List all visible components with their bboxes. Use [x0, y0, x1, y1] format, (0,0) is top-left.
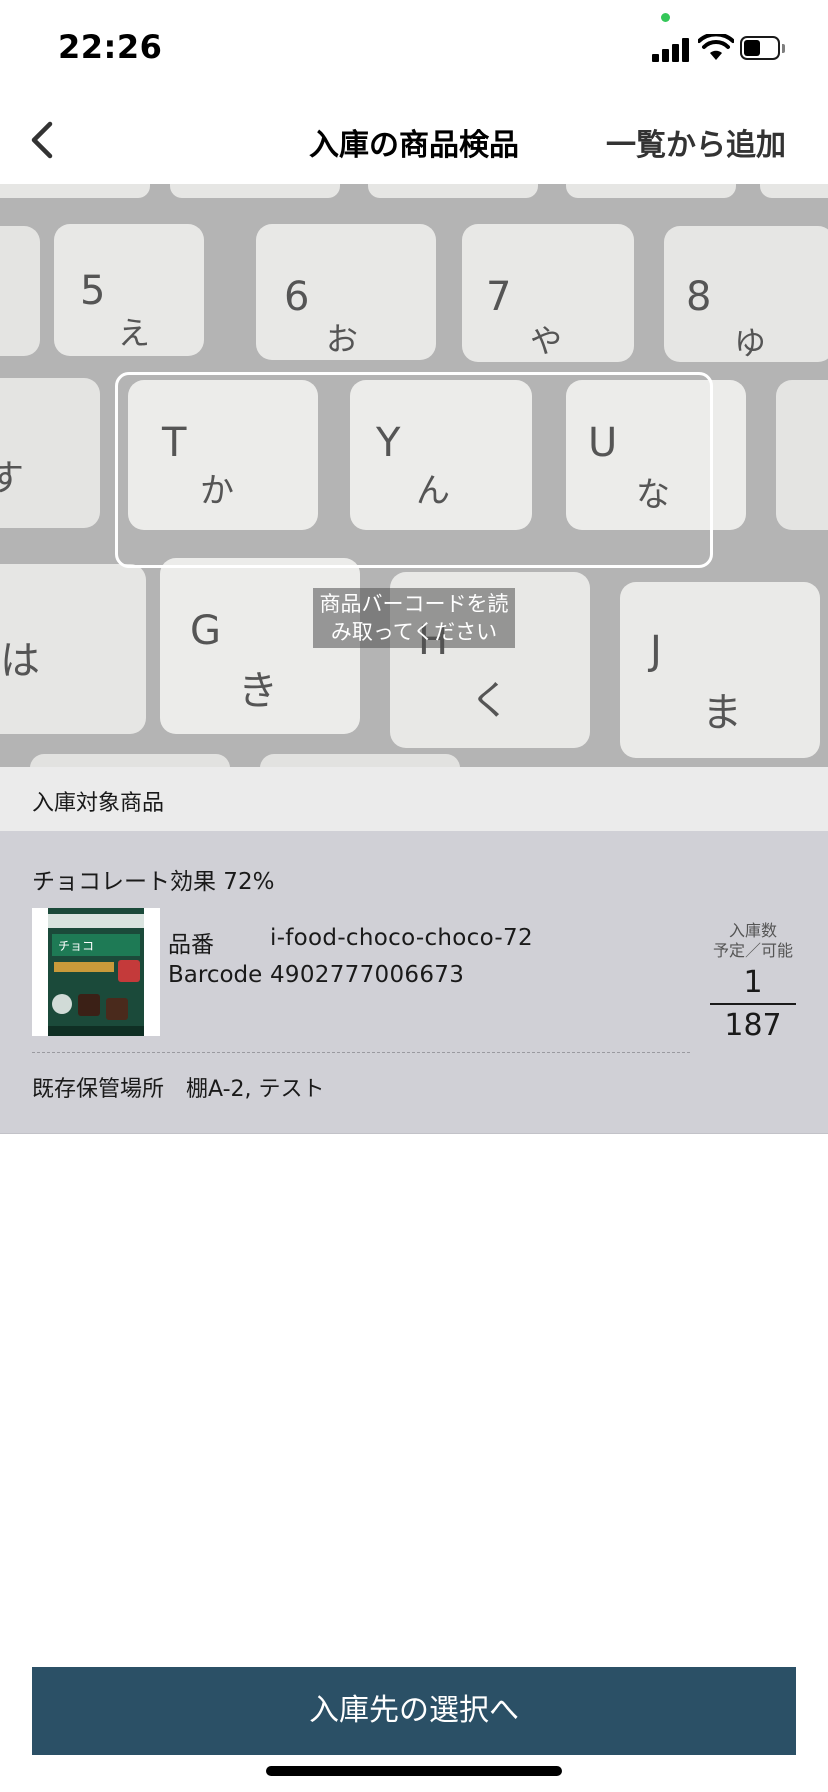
key-kana: ゆ: [734, 324, 766, 362]
key-kana: え: [118, 314, 150, 352]
key-label: G: [190, 608, 221, 654]
key-kana: お: [326, 320, 358, 358]
sku-label: 品番: [168, 932, 214, 958]
barcode-value: 4902777006673: [270, 962, 465, 988]
battery-icon: [740, 36, 786, 62]
quantity-title: 入庫数: [728, 921, 777, 940]
quantity-available: 187: [724, 1008, 782, 1043]
key-kana: や: [530, 322, 562, 360]
storage-location-value: 棚A-2, テスト: [186, 1077, 325, 1102]
signal-icon: [652, 36, 692, 62]
key-label: 7: [486, 274, 511, 320]
key-label: 8: [686, 274, 711, 320]
product-name: チョコレート効果 72%: [32, 869, 275, 895]
camera-indicator-icon: [661, 13, 670, 22]
section-header: 入庫対象商品: [0, 767, 828, 831]
add-from-list-button[interactable]: 一覧から追加: [606, 120, 786, 164]
key-kana: く: [470, 678, 510, 724]
key-kana: す: [0, 458, 24, 499]
wifi-icon: [698, 34, 734, 60]
key-label: J: [647, 628, 662, 674]
back-button[interactable]: [22, 118, 66, 162]
navigation-bar: 入庫の商品検品 一覧から追加: [0, 96, 828, 185]
status-bar: 22:26: [0, 0, 828, 96]
scan-hint: 商品バーコードを読み取ってください: [313, 588, 515, 648]
key-kana: は: [0, 638, 40, 684]
key-label: 5: [80, 268, 105, 314]
product-card[interactable]: チョコレート効果 72% チョコ 品番 i-food-choco-choco-7…: [0, 831, 828, 1134]
sku-value: i-food-choco-choco-72: [270, 925, 533, 951]
status-time: 22:26: [58, 28, 163, 66]
key-kana: ま: [702, 690, 742, 736]
storage-location: 既存保管場所 棚A-2, テスト: [32, 1071, 325, 1103]
scan-target-frame: [115, 372, 713, 568]
barcode-label: Barcode: [168, 962, 263, 988]
key-label: 6: [284, 274, 309, 320]
quantity-planned: 1: [743, 965, 763, 1000]
quantity-subtitle: 予定／可能: [712, 941, 793, 960]
select-destination-button[interactable]: 入庫先の選択へ: [32, 1667, 796, 1755]
key-kana: き: [238, 668, 278, 714]
barcode-camera-view[interactable]: 5 え 6 お 7 や 8 ゆ T か Y ん U な G き H く J ま …: [0, 184, 828, 767]
package-logo: チョコ: [58, 939, 94, 953]
section-title: 入庫対象商品: [32, 791, 165, 816]
product-image-icon: チョコ: [32, 908, 160, 1036]
storage-location-label: 既存保管場所: [32, 1077, 165, 1102]
card-divider: [32, 1052, 690, 1053]
quantity-divider: [710, 1003, 796, 1005]
quantity-box: 入庫数 予定／可能 1 187: [708, 921, 798, 1045]
home-indicator: [266, 1766, 562, 1776]
